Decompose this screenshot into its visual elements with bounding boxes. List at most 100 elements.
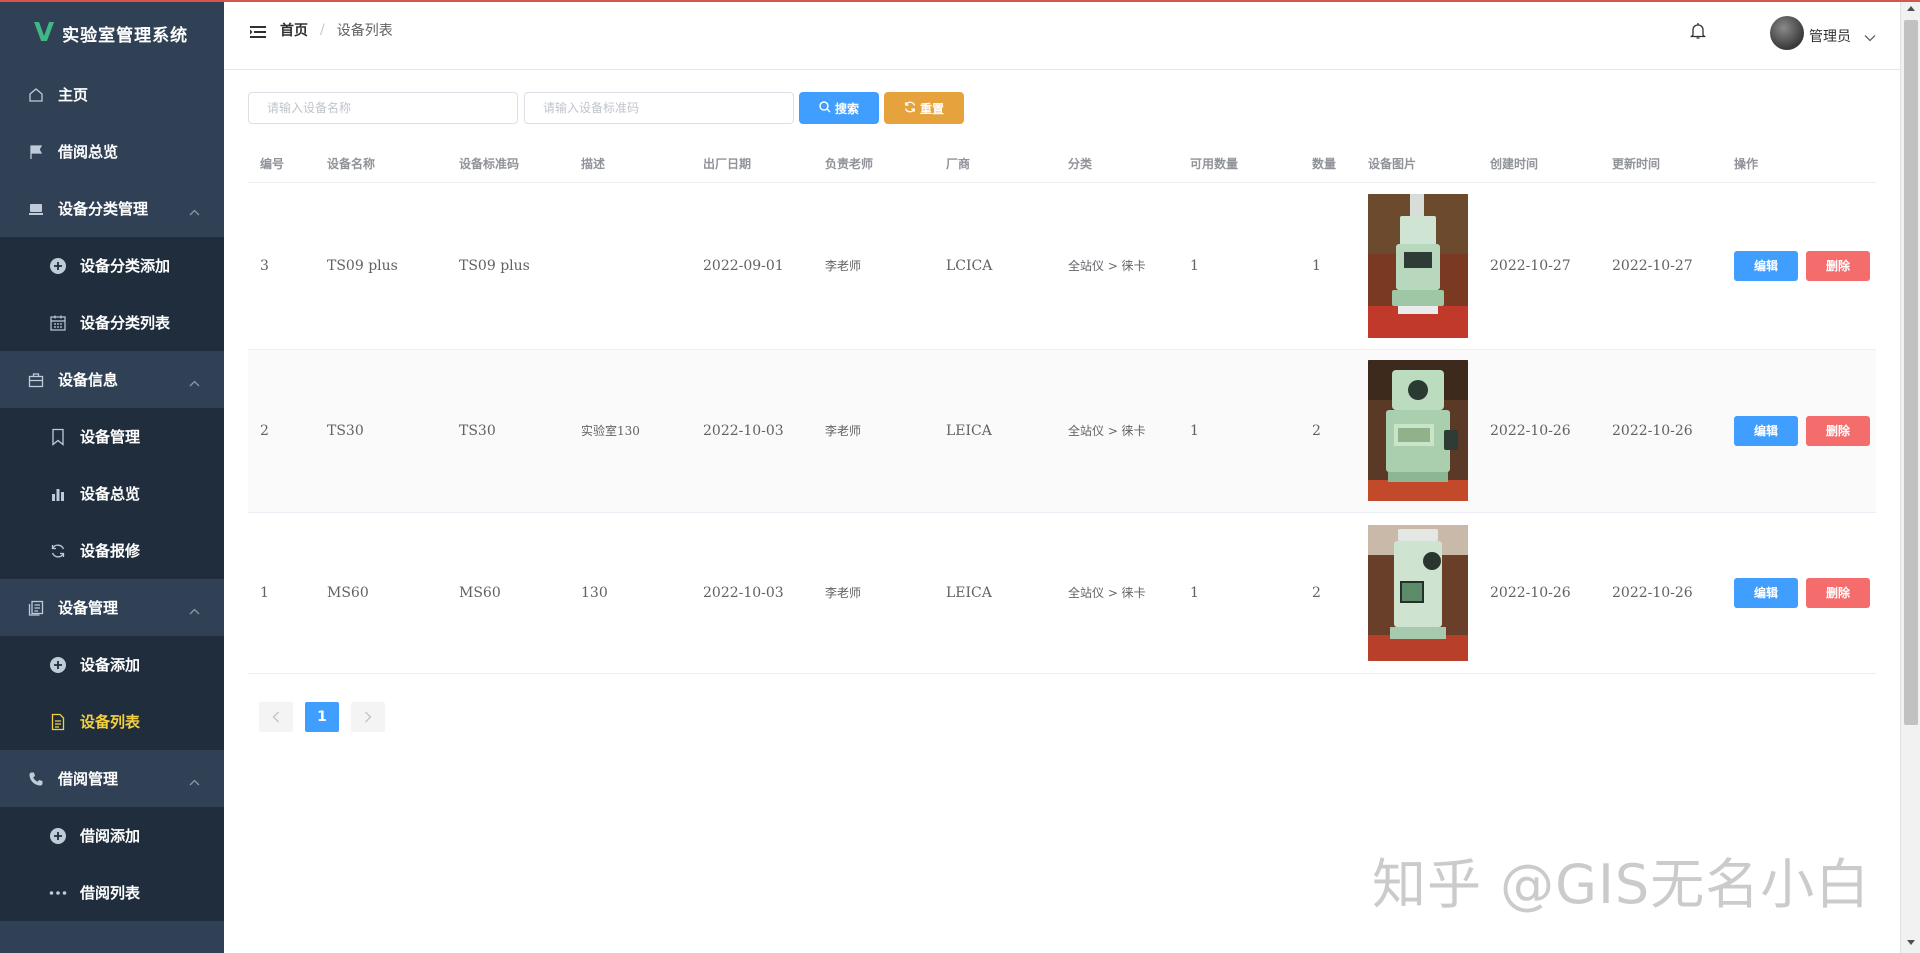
- cell-qty: 2: [1300, 349, 1356, 513]
- column-header: 设备图片: [1356, 146, 1478, 183]
- cell-available: 1: [1178, 182, 1300, 350]
- sidebar-item-label: 主页: [58, 86, 89, 104]
- avatar[interactable]: [1770, 16, 1804, 50]
- cell-category: 全站仪 > 徕卡: [1056, 349, 1178, 513]
- table-row: 2 TS30 TS30 实验室130 2022-10-03 李老师 LEICA …: [248, 349, 1876, 513]
- cell-date: 2022-10-03: [691, 349, 813, 513]
- laptop-icon: [26, 199, 46, 219]
- user-name[interactable]: 管理员: [1809, 26, 1851, 46]
- column-header: 出厂日期: [691, 146, 813, 183]
- reset-button-label: 重置: [919, 101, 944, 116]
- search-icon: [819, 100, 831, 116]
- chevron-up-icon: [189, 373, 200, 391]
- chevron-down-icon[interactable]: [1864, 27, 1876, 42]
- sidebar-item-device-add[interactable]: 设备添加: [0, 636, 224, 693]
- delete-button[interactable]: 删除: [1806, 250, 1870, 281]
- cell-name: TS09 plus: [315, 182, 447, 350]
- edit-button[interactable]: 编辑: [1734, 577, 1798, 608]
- cell-desc: 实验室130: [569, 349, 691, 513]
- device-image-total-station[interactable]: [1368, 193, 1468, 338]
- sidebar-item-label: 设备信息: [58, 371, 119, 389]
- reset-button[interactable]: 重置: [884, 92, 964, 124]
- sidebar-item-borrow-management[interactable]: 借阅管理: [0, 750, 224, 807]
- device-code-search-input[interactable]: [524, 92, 794, 124]
- table-header-row: 编号 设备名称 设备标准码 描述 出厂日期 负责老师 厂商 分类 可用数量 数量…: [248, 146, 1876, 183]
- cell-updated: 2022-10-26: [1600, 349, 1722, 513]
- cell-id: 1: [248, 512, 315, 674]
- cell-category: 全站仪 > 徕卡: [1056, 182, 1178, 350]
- sidebar-item-device-list[interactable]: 设备列表: [0, 693, 224, 750]
- chevron-left-icon: [272, 711, 279, 723]
- cell-image: [1356, 512, 1478, 674]
- sidebar-item-device-management[interactable]: 设备管理: [0, 408, 224, 465]
- sidebar-item-device-info[interactable]: 设备信息: [0, 351, 224, 408]
- breadcrumb: 首页 / 设备列表: [280, 20, 393, 40]
- sidebar-item-borrow-overview[interactable]: 借阅总览: [0, 123, 224, 180]
- flag-icon: [26, 142, 46, 162]
- bell-icon[interactable]: [1689, 22, 1709, 42]
- sidebar-item-borrow-list[interactable]: 借阅列表: [0, 864, 224, 921]
- cell-id: 2: [248, 349, 315, 513]
- refresh-icon: [904, 101, 916, 116]
- sidebar-item-category-add[interactable]: 设备分类添加: [0, 237, 224, 294]
- cell-actions: 编辑 删除: [1722, 182, 1876, 350]
- sidebar-item-device-repair[interactable]: 设备报修: [0, 522, 224, 579]
- home-icon: [26, 85, 46, 105]
- cell-date: 2022-10-03: [691, 512, 813, 674]
- device-image-total-station[interactable]: [1368, 524, 1468, 661]
- prev-page-button[interactable]: [259, 702, 293, 732]
- scroll-down-arrow-icon[interactable]: [1907, 940, 1915, 945]
- cell-teacher: 李老师: [813, 182, 934, 350]
- main-content: 搜索 重置 编号 设备名称 设备标准码 描述 出厂日期 负责老师 厂商 分类 可…: [224, 70, 1900, 953]
- cell-date: 2022-09-01: [691, 182, 813, 350]
- top-header: 首页 / 设备列表 管理员: [224, 2, 1900, 70]
- cell-vendor: LCICA: [934, 182, 1056, 350]
- sidebar-item-category-list[interactable]: 设备分类列表: [0, 294, 224, 351]
- page-number-button[interactable]: 1: [305, 702, 339, 732]
- sidebar-item-category-management[interactable]: 设备分类管理: [0, 180, 224, 237]
- chevron-up-icon: [189, 772, 200, 790]
- circle-plus-icon: [48, 655, 68, 675]
- column-header: 操作: [1722, 146, 1876, 183]
- device-image-total-station[interactable]: [1368, 360, 1468, 501]
- hamburger-icon[interactable]: [250, 24, 268, 42]
- cell-vendor: LEICA: [934, 349, 1056, 513]
- cell-name: MS60: [315, 512, 447, 674]
- breadcrumb-current: 设备列表: [336, 23, 393, 39]
- cell-name: TS30: [315, 349, 447, 513]
- cell-actions: 编辑 删除: [1722, 512, 1876, 674]
- next-page-button[interactable]: [351, 702, 385, 732]
- cell-created: 2022-10-26: [1478, 349, 1600, 513]
- vertical-scrollbar[interactable]: [1900, 0, 1920, 953]
- more-icon: [48, 883, 68, 903]
- device-name-search-input[interactable]: [248, 92, 518, 124]
- bar-chart-icon: [48, 484, 68, 504]
- pagination: 1: [259, 702, 385, 732]
- sidebar-item-label: 借阅列表: [80, 884, 141, 902]
- sidebar-item-label: 设备分类列表: [80, 314, 171, 332]
- sidebar-item-home[interactable]: 主页: [0, 66, 224, 123]
- sidebar-item-device-overview[interactable]: 设备总览: [0, 465, 224, 522]
- column-header: 更新时间: [1600, 146, 1722, 183]
- phone-icon: [26, 769, 46, 789]
- sidebar-item-equipment-management[interactable]: 设备管理: [0, 579, 224, 636]
- app-logo[interactable]: V 实验室管理系统: [0, 0, 224, 66]
- column-header: 描述: [569, 146, 691, 183]
- search-button[interactable]: 搜索: [799, 92, 879, 124]
- delete-button[interactable]: 删除: [1806, 577, 1870, 608]
- column-header: 编号: [248, 146, 315, 183]
- calendar-icon: [48, 313, 68, 333]
- edit-button[interactable]: 编辑: [1734, 415, 1798, 446]
- refresh-icon: [48, 541, 68, 561]
- chevron-up-icon: [189, 202, 200, 220]
- sidebar-item-label: 设备添加: [80, 656, 141, 674]
- cell-desc: [569, 182, 691, 350]
- breadcrumb-home[interactable]: 首页: [280, 20, 308, 40]
- delete-button[interactable]: 删除: [1806, 415, 1870, 446]
- scrollbar-thumb[interactable]: [1904, 20, 1918, 725]
- scroll-up-arrow-icon[interactable]: [1907, 6, 1915, 11]
- edit-button[interactable]: 编辑: [1734, 250, 1798, 281]
- circle-plus-icon: [48, 256, 68, 276]
- column-header: 设备名称: [315, 146, 447, 183]
- sidebar-item-borrow-add[interactable]: 借阅添加: [0, 807, 224, 864]
